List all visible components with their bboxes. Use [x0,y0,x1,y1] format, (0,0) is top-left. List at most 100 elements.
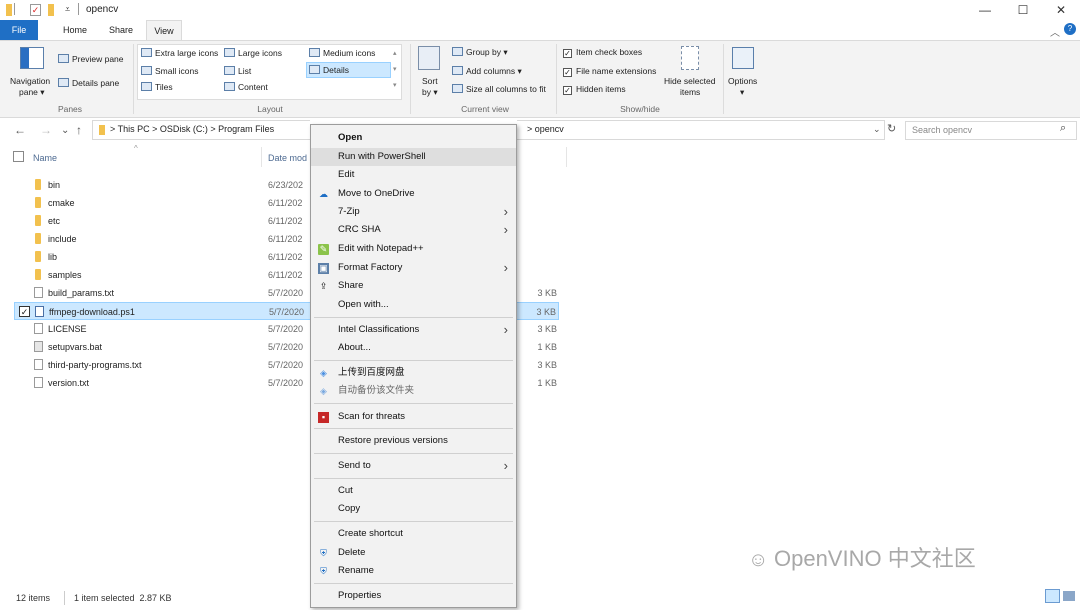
menu-item-run-with-powershell[interactable]: Run with PowerShell [311,148,516,166]
layout-list[interactable]: List [224,66,251,76]
item-check-boxes-toggle[interactable]: ✓ Item check boxes [563,47,642,58]
ribbon-divider [133,44,134,114]
close-button[interactable]: ✕ [1041,0,1080,20]
layout-tiles[interactable]: Tiles [141,82,173,92]
checkbox[interactable]: ✓ [563,86,572,95]
maximize-button[interactable]: ☐ [1003,0,1043,20]
context-menu: Open Run with PowerShell Edit ☁ Move to O… [310,124,517,608]
menu-item-baidu-upload[interactable]: ◈ 上传到百度网盘 [311,364,516,382]
file-name: third-party-programs.txt [48,360,142,370]
options-button[interactable]: Options [728,76,757,86]
minimize-button[interactable]: — [965,0,1005,20]
tab-view[interactable]: View [146,20,182,40]
new-folder-quick-icon[interactable] [48,4,54,16]
checkbox[interactable]: ✓ [563,68,572,77]
back-button[interactable]: ← [14,123,26,137]
menu-item-share[interactable]: ⇪ Share [311,277,516,295]
label: Format Factory [338,262,403,273]
menu-item-open-with[interactable]: Open with... [311,296,516,314]
tab-file[interactable]: File [0,20,38,40]
details-view-icon[interactable] [1045,589,1060,603]
menu-item-properties[interactable]: Properties [311,587,516,605]
tab-home[interactable]: Home [55,20,95,40]
help-icon[interactable]: ? [1064,23,1076,35]
layout-large-icons[interactable]: Large icons [224,48,282,58]
group-by-button[interactable]: Group by ▾ [452,47,508,58]
details-pane-label: Details pane [72,78,120,88]
customize-quick-access-icon[interactable]: ⩡ [65,4,70,16]
ribbon-divider [723,44,724,114]
options-dropdown[interactable]: ▾ [740,87,744,98]
file-name: lib [48,252,58,262]
menu-item-about[interactable]: About... [311,339,516,357]
menu-item-open[interactable]: Open [311,129,516,147]
small-icons-icon [141,66,152,75]
column-divider[interactable] [261,147,262,167]
layout-scroll-icon[interactable]: ▴ ▾ ▾ [393,46,397,94]
address-history-icon[interactable]: ⌄ [873,124,881,135]
menu-item-send-to[interactable]: Send to › [311,457,516,475]
navigation-pane-dropdown[interactable]: pane ▾ [19,87,45,98]
file-date: 5/7/2020 [268,324,304,334]
menu-item-copy[interactable]: Copy [311,500,516,518]
file-date: 5/7/2020 [269,307,305,317]
search-input[interactable]: Search opencv [912,125,972,135]
navigation-pane-button[interactable]: Navigation [10,76,50,86]
preview-pane-button[interactable]: Preview pane [58,54,124,64]
file-name-extensions-toggle[interactable]: ✓ File name extensions [563,66,656,77]
folder-icon [35,215,41,226]
size-all-columns-button[interactable]: Size all columns to fit [452,84,546,94]
up-button[interactable]: ↑ [76,123,82,137]
column-header-date[interactable]: Date mod [268,153,307,163]
details-pane-button[interactable]: Details pane [58,78,119,88]
share-icon: ⇪ [319,281,328,291]
address-bar-right[interactable] [517,120,885,140]
column-header-name[interactable]: Name [33,153,57,163]
breadcrumb[interactable]: > This PC > OSDisk (C:) > Program Files [110,124,274,134]
menu-item-baidu-backup[interactable]: ◈ 自动备份该文件夹 [311,382,516,400]
menu-item-edit[interactable]: Edit [311,166,516,184]
add-columns-button[interactable]: Add columns ▾ [452,66,522,77]
refresh-button[interactable]: ↻ [887,122,896,135]
menu-item-7zip[interactable]: 7-Zip › [311,203,516,221]
file-size: 3 KB [537,324,557,334]
menu-item-format-factory[interactable]: ▣ Format Factory › [311,259,516,277]
checkbox[interactable]: ✓ [563,49,572,58]
forward-button[interactable]: → [40,123,52,137]
properties-quick-icon[interactable]: ✓ [30,4,41,16]
layout-medium-icons[interactable]: Medium icons [309,48,375,58]
file-date: 6/11/202 [268,252,303,262]
file-date: 6/11/202 [268,234,303,244]
tab-share[interactable]: Share [100,20,142,40]
menu-item-rename[interactable]: ⛨ Rename [311,562,516,580]
hidden-items-toggle[interactable]: ✓ Hidden items [563,84,626,95]
layout-small-icons[interactable]: Small icons [141,66,198,76]
file-name: build_params.txt [48,288,115,298]
menu-item-move-to-onedrive[interactable]: ☁ Move to OneDrive [311,185,516,203]
menu-item-crc-sha[interactable]: CRC SHA › [311,221,516,239]
menu-item-scan-for-threats[interactable]: ▪ Scan for threats [311,408,516,426]
breadcrumb-current[interactable]: > opencv [527,124,564,134]
recent-locations-button[interactable]: ⌄ [61,125,69,136]
menu-item-delete[interactable]: ⛨ Delete [311,544,516,562]
layout-details[interactable]: Details [306,62,391,78]
select-all-checkbox[interactable] [13,151,24,162]
collapse-ribbon-icon[interactable]: ︿ [1050,24,1060,39]
menu-item-create-shortcut[interactable]: Create shortcut [311,525,516,543]
sort-by-button[interactable]: Sort [422,76,438,86]
layout-content[interactable]: Content [224,82,268,92]
column-divider[interactable] [566,147,567,167]
large-icons-view-icon[interactable] [1063,591,1075,601]
layout-extra-large-icons[interactable]: Extra large icons [141,48,218,58]
row-checkbox[interactable]: ✓ [19,306,30,317]
search-icon[interactable]: ⌕ [1060,122,1066,135]
menu-item-intel-classifications[interactable]: Intel Classifications › [311,321,516,339]
watermark-text: OpenVINO 中文社区 [773,546,976,571]
label: Size all columns to fit [466,84,546,94]
menu-item-restore-previous-versions[interactable]: Restore previous versions [311,432,516,450]
menu-item-edit-with-notepadpp[interactable]: ✎ Edit with Notepad++ [311,240,516,258]
hide-selected-button[interactable]: Hide selected [664,76,716,86]
menu-item-cut[interactable]: Cut [311,482,516,500]
sort-by-dropdown[interactable]: by ▾ [422,87,438,98]
options-icon [732,47,754,69]
